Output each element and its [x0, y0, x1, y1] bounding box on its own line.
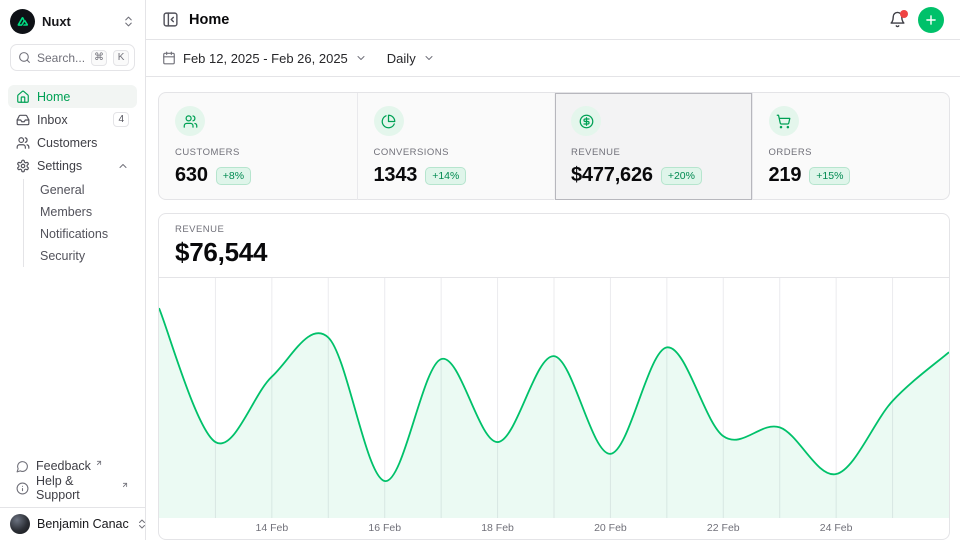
sidebar-nav: Home Inbox 4 Customers Sett	[0, 81, 145, 455]
kbd-k: K	[113, 50, 129, 66]
interval-select[interactable]: Daily	[387, 51, 435, 66]
x-axis-label: 24 Feb	[820, 522, 853, 534]
chart-header: REVENUE $76,544	[159, 214, 949, 278]
chat-bubble-icon	[16, 460, 29, 473]
chart-metric-value: $76,544	[175, 237, 933, 268]
sidebar-item-general[interactable]: General	[24, 179, 137, 201]
chevron-down-icon	[355, 52, 367, 64]
stat-label: CONVERSIONS	[374, 147, 539, 158]
chart-canvas[interactable]	[159, 278, 949, 518]
external-link-icon	[95, 459, 103, 467]
chart-metric-label: REVENUE	[175, 224, 933, 235]
add-button[interactable]	[918, 7, 944, 33]
sub-item-label: General	[40, 183, 84, 197]
help-support-label: Help & Support	[36, 474, 117, 502]
dollar-circle-icon	[571, 106, 601, 136]
stat-delta-badge: +8%	[216, 167, 251, 185]
sub-item-label: Security	[40, 249, 85, 263]
inbox-count-badge: 4	[113, 112, 129, 127]
team-switcher[interactable]: Nuxt	[0, 0, 145, 40]
topbar: Home	[146, 0, 960, 40]
x-axis-label: 20 Feb	[594, 522, 627, 534]
users-icon	[16, 136, 30, 150]
stat-label: ORDERS	[769, 147, 934, 158]
stat-value: 219	[769, 164, 802, 187]
settings-sub-list: General Members Notifications Security	[23, 179, 137, 267]
shopping-cart-icon	[769, 106, 799, 136]
external-link-icon	[121, 481, 129, 489]
dashboard-app: Nuxt Search... ⌘ K Home	[0, 0, 960, 540]
info-circle-icon	[16, 482, 29, 495]
chevron-down-icon	[423, 52, 435, 64]
kbd-cmd: ⌘	[91, 50, 107, 66]
sidebar-item-inbox[interactable]: Inbox 4	[8, 108, 137, 131]
x-axis-label: 14 Feb	[255, 522, 288, 534]
gear-icon	[16, 159, 30, 173]
notification-dot	[900, 10, 908, 18]
stat-value: 1343	[374, 164, 418, 187]
sidebar-item-home[interactable]: Home	[8, 85, 137, 108]
nuxt-logo-icon	[10, 9, 35, 34]
x-axis-label: 16 Feb	[368, 522, 401, 534]
search-icon	[18, 51, 31, 64]
inbox-icon	[16, 113, 30, 127]
interval-value: Daily	[387, 51, 416, 66]
user-name: Benjamin Canac	[37, 517, 129, 531]
sub-item-label: Members	[40, 205, 92, 219]
sidebar-item-customers[interactable]: Customers	[8, 131, 137, 154]
sidebar-item-label: Settings	[37, 159, 82, 173]
sidebar-item-members[interactable]: Members	[24, 201, 137, 223]
page-title: Home	[189, 12, 229, 28]
stat-conversions[interactable]: CONVERSIONS 1343 +14%	[357, 93, 555, 200]
notifications-button[interactable]	[889, 11, 906, 28]
sidebar-item-settings[interactable]: Settings	[8, 154, 137, 177]
sidebar: Nuxt Search... ⌘ K Home	[0, 0, 146, 540]
chevron-up-icon	[117, 160, 129, 172]
stat-revenue[interactable]: REVENUE $477,626 +20%	[554, 93, 752, 200]
revenue-area-chart[interactable]	[159, 278, 949, 518]
stat-orders[interactable]: ORDERS 219 +15%	[752, 93, 950, 200]
x-axis-label: 22 Feb	[707, 522, 740, 534]
search-input[interactable]: Search... ⌘ K	[10, 44, 135, 71]
users-icon	[175, 106, 205, 136]
stat-delta-badge: +15%	[809, 167, 850, 185]
x-axis-label: 18 Feb	[481, 522, 514, 534]
content: CUSTOMERS 630 +8% CONVERSIONS 1343 +14%	[146, 77, 960, 540]
search-placeholder: Search...	[37, 51, 85, 65]
sidebar-item-label: Home	[37, 90, 70, 104]
plus-icon	[924, 13, 938, 27]
stat-label: CUSTOMERS	[175, 147, 341, 158]
stat-customers[interactable]: CUSTOMERS 630 +8%	[159, 93, 357, 200]
collapse-sidebar-icon[interactable]	[162, 11, 179, 28]
team-name: Nuxt	[42, 14, 115, 29]
filters-toolbar: Feb 12, 2025 - Feb 26, 2025 Daily	[146, 40, 960, 77]
sidebar-item-label: Customers	[37, 136, 97, 150]
x-axis: 14 Feb 16 Feb 18 Feb 20 Feb 22 Feb 24 Feb	[159, 518, 949, 539]
house-icon	[16, 90, 30, 104]
stat-delta-badge: +14%	[425, 167, 466, 185]
sidebar-footer: Feedback Help & Support	[0, 455, 145, 507]
sub-item-label: Notifications	[40, 227, 108, 241]
help-support-link[interactable]: Help & Support	[8, 477, 137, 499]
stat-delta-badge: +20%	[661, 167, 702, 185]
stats-row: CUSTOMERS 630 +8% CONVERSIONS 1343 +14%	[158, 92, 950, 200]
feedback-label: Feedback	[36, 459, 91, 473]
stat-value: 630	[175, 164, 208, 187]
date-range-picker[interactable]: Feb 12, 2025 - Feb 26, 2025	[162, 51, 367, 66]
calendar-icon	[162, 51, 176, 65]
stat-value: $477,626	[571, 164, 653, 187]
user-avatar	[10, 514, 30, 534]
chevrons-up-down-icon	[122, 15, 135, 28]
sidebar-item-security[interactable]: Security	[24, 245, 137, 267]
revenue-chart-card: REVENUE $76,544 14 Feb 16 Feb 18 Feb 20 Feb…	[158, 213, 950, 540]
user-menu[interactable]: Benjamin Canac	[0, 507, 145, 540]
main-panel: Home Feb 12, 2025 - Feb 26, 2025	[146, 0, 960, 540]
stat-label: REVENUE	[571, 147, 736, 158]
sidebar-item-label: Inbox	[37, 113, 68, 127]
pie-chart-icon	[374, 106, 404, 136]
sidebar-item-notifications[interactable]: Notifications	[24, 223, 137, 245]
date-range-value: Feb 12, 2025 - Feb 26, 2025	[183, 51, 348, 66]
